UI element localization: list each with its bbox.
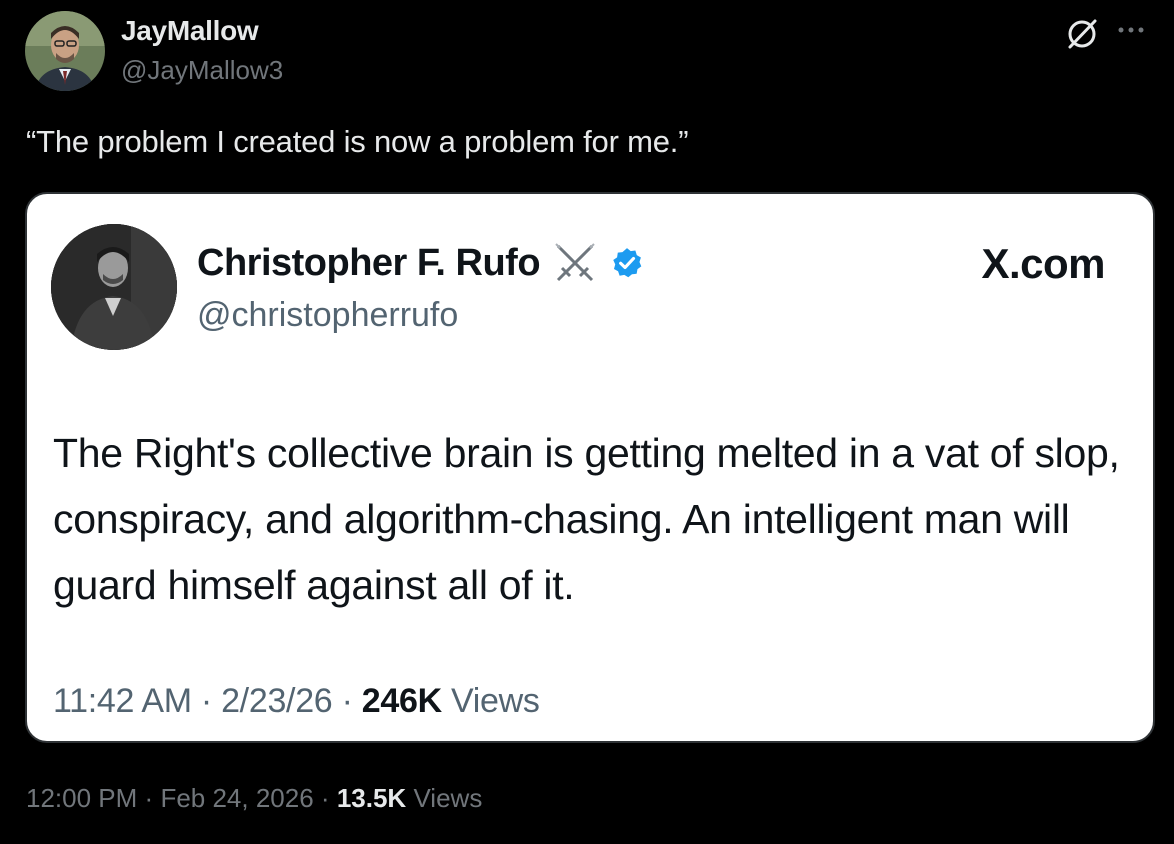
author-avatar[interactable] xyxy=(25,11,105,91)
grok-icon[interactable] xyxy=(1064,16,1100,52)
quoted-views-label: Views xyxy=(451,682,540,720)
author-name[interactable]: JayMallow xyxy=(121,15,259,47)
quoted-author-handle: @christopherrufo xyxy=(197,296,459,334)
quoted-tweet-date: 2/23/26 xyxy=(221,682,333,720)
author-handle[interactable]: @JayMallow3 xyxy=(121,55,283,86)
x-com-logo: X.com xyxy=(981,240,1105,287)
tweet-meta: 12:00 PM · Feb 24, 2026 · 13.5K Views xyxy=(26,783,482,814)
tweet-views-count[interactable]: 13.5K xyxy=(337,783,406,813)
quoted-tweet-time: 11:42 AM xyxy=(53,682,192,720)
quoted-tweet-text: The Right's collective brain is getting … xyxy=(53,430,1120,608)
avatar-image xyxy=(25,11,105,91)
quoted-author-name: Christopher F. Rufo xyxy=(197,241,541,284)
crossed-swords-icon xyxy=(552,240,598,286)
tweet-text: “The problem I created is now a problem … xyxy=(26,124,689,159)
embedded-tweet-image[interactable]: Christopher F. Rufo @christopherrufo X.c… xyxy=(25,192,1155,743)
more-icon[interactable] xyxy=(1116,20,1146,40)
tweet-views-label[interactable]: Views xyxy=(413,783,482,813)
tweet-date[interactable]: Feb 24, 2026 xyxy=(160,783,313,813)
meta-separator: · xyxy=(341,682,353,720)
tweet-time[interactable]: 12:00 PM xyxy=(26,783,137,813)
meta-separator: · xyxy=(144,783,154,813)
quoted-views-count: 246K xyxy=(361,682,442,720)
meta-separator: · xyxy=(200,682,212,720)
meta-separator: · xyxy=(320,783,330,813)
quoted-author-avatar xyxy=(51,224,177,350)
verified-badge-icon xyxy=(610,246,644,280)
quoted-author-row: Christopher F. Rufo xyxy=(197,240,644,286)
quoted-tweet-meta: 11:42 AM · 2/23/26 · 246K Views xyxy=(53,682,540,721)
